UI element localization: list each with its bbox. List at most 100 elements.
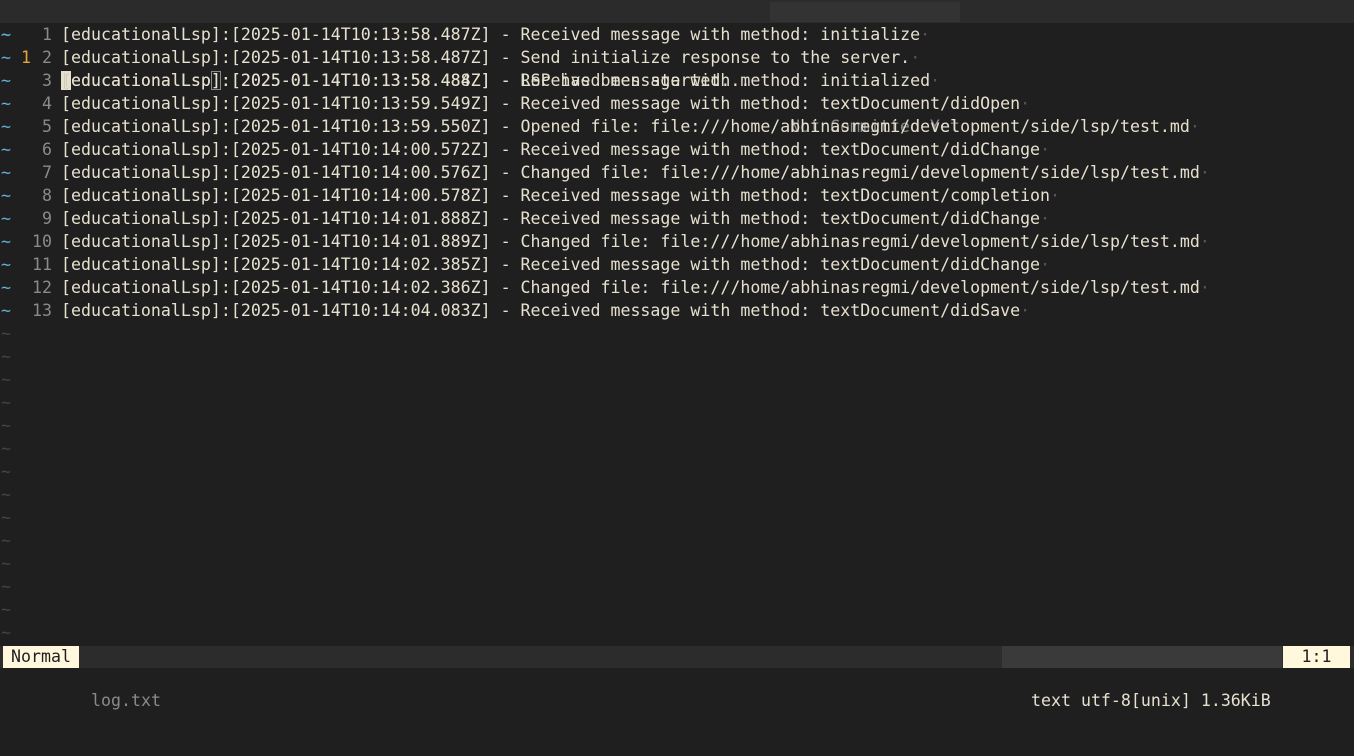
tilde-marker: ~ (1, 347, 11, 366)
tilde-marker: ~ (1, 623, 11, 642)
tilde-marker: ~ (1, 301, 11, 320)
editor-line[interactable]: ~11 [educationalLsp]:[2025-01-14T10:14:02… (0, 253, 1354, 276)
empty-line: ~ (0, 345, 1354, 368)
editor-empty-lines: ~ ~ ~ ~ ~ ~ ~ ~ ~ ~ ~ ~ ~ ~ (0, 322, 1354, 644)
command-line[interactable] (0, 668, 1354, 691)
editor-line[interactable]: ~1 [educationalLsp]:[2025-01-14T10:13:58.… (0, 23, 1354, 46)
tilde-marker: ~ (1, 439, 11, 458)
editor-line[interactable]: ~4 [educationalLsp]:[2025-01-14T10:13:59.… (0, 92, 1354, 115)
empty-line: ~ (0, 506, 1354, 529)
line-content: [educationalLsp]:[2025-01-14T10:13:58.48… (61, 71, 931, 90)
empty-line: ~ (0, 621, 1354, 644)
line-text: [educationalLsp]:[2025-01-14T10:14:00.57… (61, 138, 1050, 161)
eol-marker: · (1040, 209, 1051, 228)
line-content: [educationalLsp]:[2025-01-14T10:14:02.38… (61, 255, 1041, 274)
eol-marker: · (1189, 117, 1200, 136)
empty-line: ~ (0, 414, 1354, 437)
tilde-marker: ~ (1, 117, 11, 136)
file-icon (1011, 651, 1081, 689)
line-number: 3 (42, 71, 52, 90)
editor-line[interactable]: ~5 [educationalLsp]:[2025-01-14T10:13:59.… (0, 115, 1354, 138)
git-blame-background (770, 2, 960, 22)
tilde-marker: ~ (1, 324, 11, 343)
tilde-marker: ~ (1, 531, 11, 550)
editor-line[interactable]: ~10 [educationalLsp]:[2025-01-14T10:14:01… (0, 230, 1354, 253)
line-content: [educationalLsp]:[2025-01-14T10:14:00.57… (61, 163, 1200, 182)
line-text: [educationalLsp]:[2025-01-14T10:13:59.54… (61, 92, 1030, 115)
line-content: [educationalLsp]:[2025-01-14T10:13:58.48… (61, 48, 911, 67)
line-number: 1 (42, 25, 52, 44)
tilde-marker: ~ (1, 71, 11, 90)
editor-line[interactable]: ~6 [educationalLsp]:[2025-01-14T10:14:00.… (0, 138, 1354, 161)
eol-marker: · (1040, 140, 1051, 159)
tilde-marker: ~ (1, 209, 11, 228)
line-number: 9 (42, 209, 52, 228)
editor-lines: ~1 [educationalLsp]:[2025-01-14T10:13:58.… (0, 23, 1354, 322)
eol-marker: · (1020, 94, 1031, 113)
line-number: 11 (32, 255, 52, 274)
line-number: 12 (32, 278, 52, 297)
line-content: [educationalLsp]:[2025-01-14T10:13:58.48… (61, 25, 921, 44)
line-content: [educationalLsp]:[2025-01-14T10:14:01.88… (61, 232, 1200, 251)
statusline-fileinfo: text utf-8[unix] 1.36KiB (1002, 646, 1282, 710)
line-text: [educationalLsp]:[2025-01-14T10:14:00.57… (61, 184, 1060, 207)
line-number: 4 (42, 94, 52, 113)
line-content: [educationalLsp]:[2025-01-14T10:13:59.55… (61, 117, 1190, 136)
tilde-marker: ~ (1, 462, 11, 481)
fileinfo-text: text utf-8[unix] 1.36KiB (1031, 691, 1271, 710)
line-content: [educationalLsp]:[2025-01-14T10:14:00.57… (61, 140, 1041, 159)
line-content: [educationalLsp]:[2025-01-14T10:13:59.54… (61, 94, 1021, 113)
tilde-marker: ~ (1, 25, 11, 44)
tilde-marker: ~ (1, 232, 11, 251)
mode-indicator: Normal (3, 646, 79, 668)
statusline: Normal log.txt text utf-8[unix] 1.36KiB … (0, 646, 1354, 710)
empty-line: ~ (0, 575, 1354, 598)
line-number: 10 (32, 232, 52, 251)
tilde-marker: ~ (1, 278, 11, 297)
tilde-marker: ~ (1, 416, 11, 435)
editor-line-current[interactable]: ~ 1 [educationalLsp]:[2025-01-14T10:13:5… (0, 0, 1354, 136)
line-text: [educationalLsp]:[2025-01-14T10:14:02.38… (61, 276, 1210, 299)
line-number: 8 (42, 186, 52, 205)
statusline-filename: log.txt (91, 691, 161, 710)
tilde-marker: ~ (1, 600, 11, 619)
tilde-marker: ~ (1, 554, 11, 573)
tilde-marker: ~ (1, 48, 11, 67)
tilde-marker: ~ (1, 163, 11, 182)
empty-line: ~ (0, 437, 1354, 460)
empty-line: ~ (0, 368, 1354, 391)
editor-line[interactable]: ~12 [educationalLsp]:[2025-01-14T10:14:02… (0, 276, 1354, 299)
editor-line[interactable]: ~7 [educationalLsp]:[2025-01-14T10:14:00.… (0, 161, 1354, 184)
line-number: 5 (42, 117, 52, 136)
eol-marker: · (1040, 255, 1051, 274)
line-text: [educationalLsp]:[2025-01-14T10:13:58.48… (61, 23, 930, 46)
line-text: [educationalLsp]:[2025-01-14T10:14:04.08… (61, 299, 1030, 322)
line-number: 13 (32, 301, 52, 320)
empty-line: ~ (0, 322, 1354, 345)
tilde-marker: ~ (1, 94, 11, 113)
empty-line: ~ (0, 460, 1354, 483)
editor-line[interactable]: ~13 [educationalLsp]:[2025-01-14T10:14:04… (0, 299, 1354, 322)
cursor-position: 1:1 (1283, 646, 1350, 668)
editor-line[interactable]: ~3 [educationalLsp]:[2025-01-14T10:13:58.… (0, 69, 1354, 92)
empty-line: ~ (0, 483, 1354, 506)
editor-line[interactable]: ~9 [educationalLsp]:[2025-01-14T10:14:01.… (0, 207, 1354, 230)
tilde-marker: ~ (1, 186, 11, 205)
empty-line: ~ (0, 552, 1354, 575)
empty-line: ~ (0, 391, 1354, 414)
eol-marker: · (1020, 301, 1031, 320)
line-text: [educationalLsp]:[2025-01-14T10:14:01.88… (61, 230, 1210, 253)
eol-marker: · (1050, 186, 1061, 205)
editor-line[interactable]: ~8 [educationalLsp]:[2025-01-14T10:14:00.… (0, 184, 1354, 207)
line-number: 6 (42, 140, 52, 159)
line-content: [educationalLsp]:[2025-01-14T10:14:01.88… (61, 209, 1041, 228)
empty-line: ~ (0, 598, 1354, 621)
tilde-marker: ~ (1, 485, 11, 504)
editor-buffer[interactable]: ~ 1 [educationalLsp]:[2025-01-14T10:13:5… (0, 0, 1354, 644)
line-content: [educationalLsp]:[2025-01-14T10:14:02.38… (61, 278, 1200, 297)
tilde-marker: ~ (1, 393, 11, 412)
line-number: 7 (42, 163, 52, 182)
eol-marker: · (1199, 163, 1210, 182)
editor-line[interactable]: ~2 [educationalLsp]:[2025-01-14T10:13:58.… (0, 46, 1354, 69)
line-text: [educationalLsp]:[2025-01-14T10:14:01.88… (61, 207, 1050, 230)
